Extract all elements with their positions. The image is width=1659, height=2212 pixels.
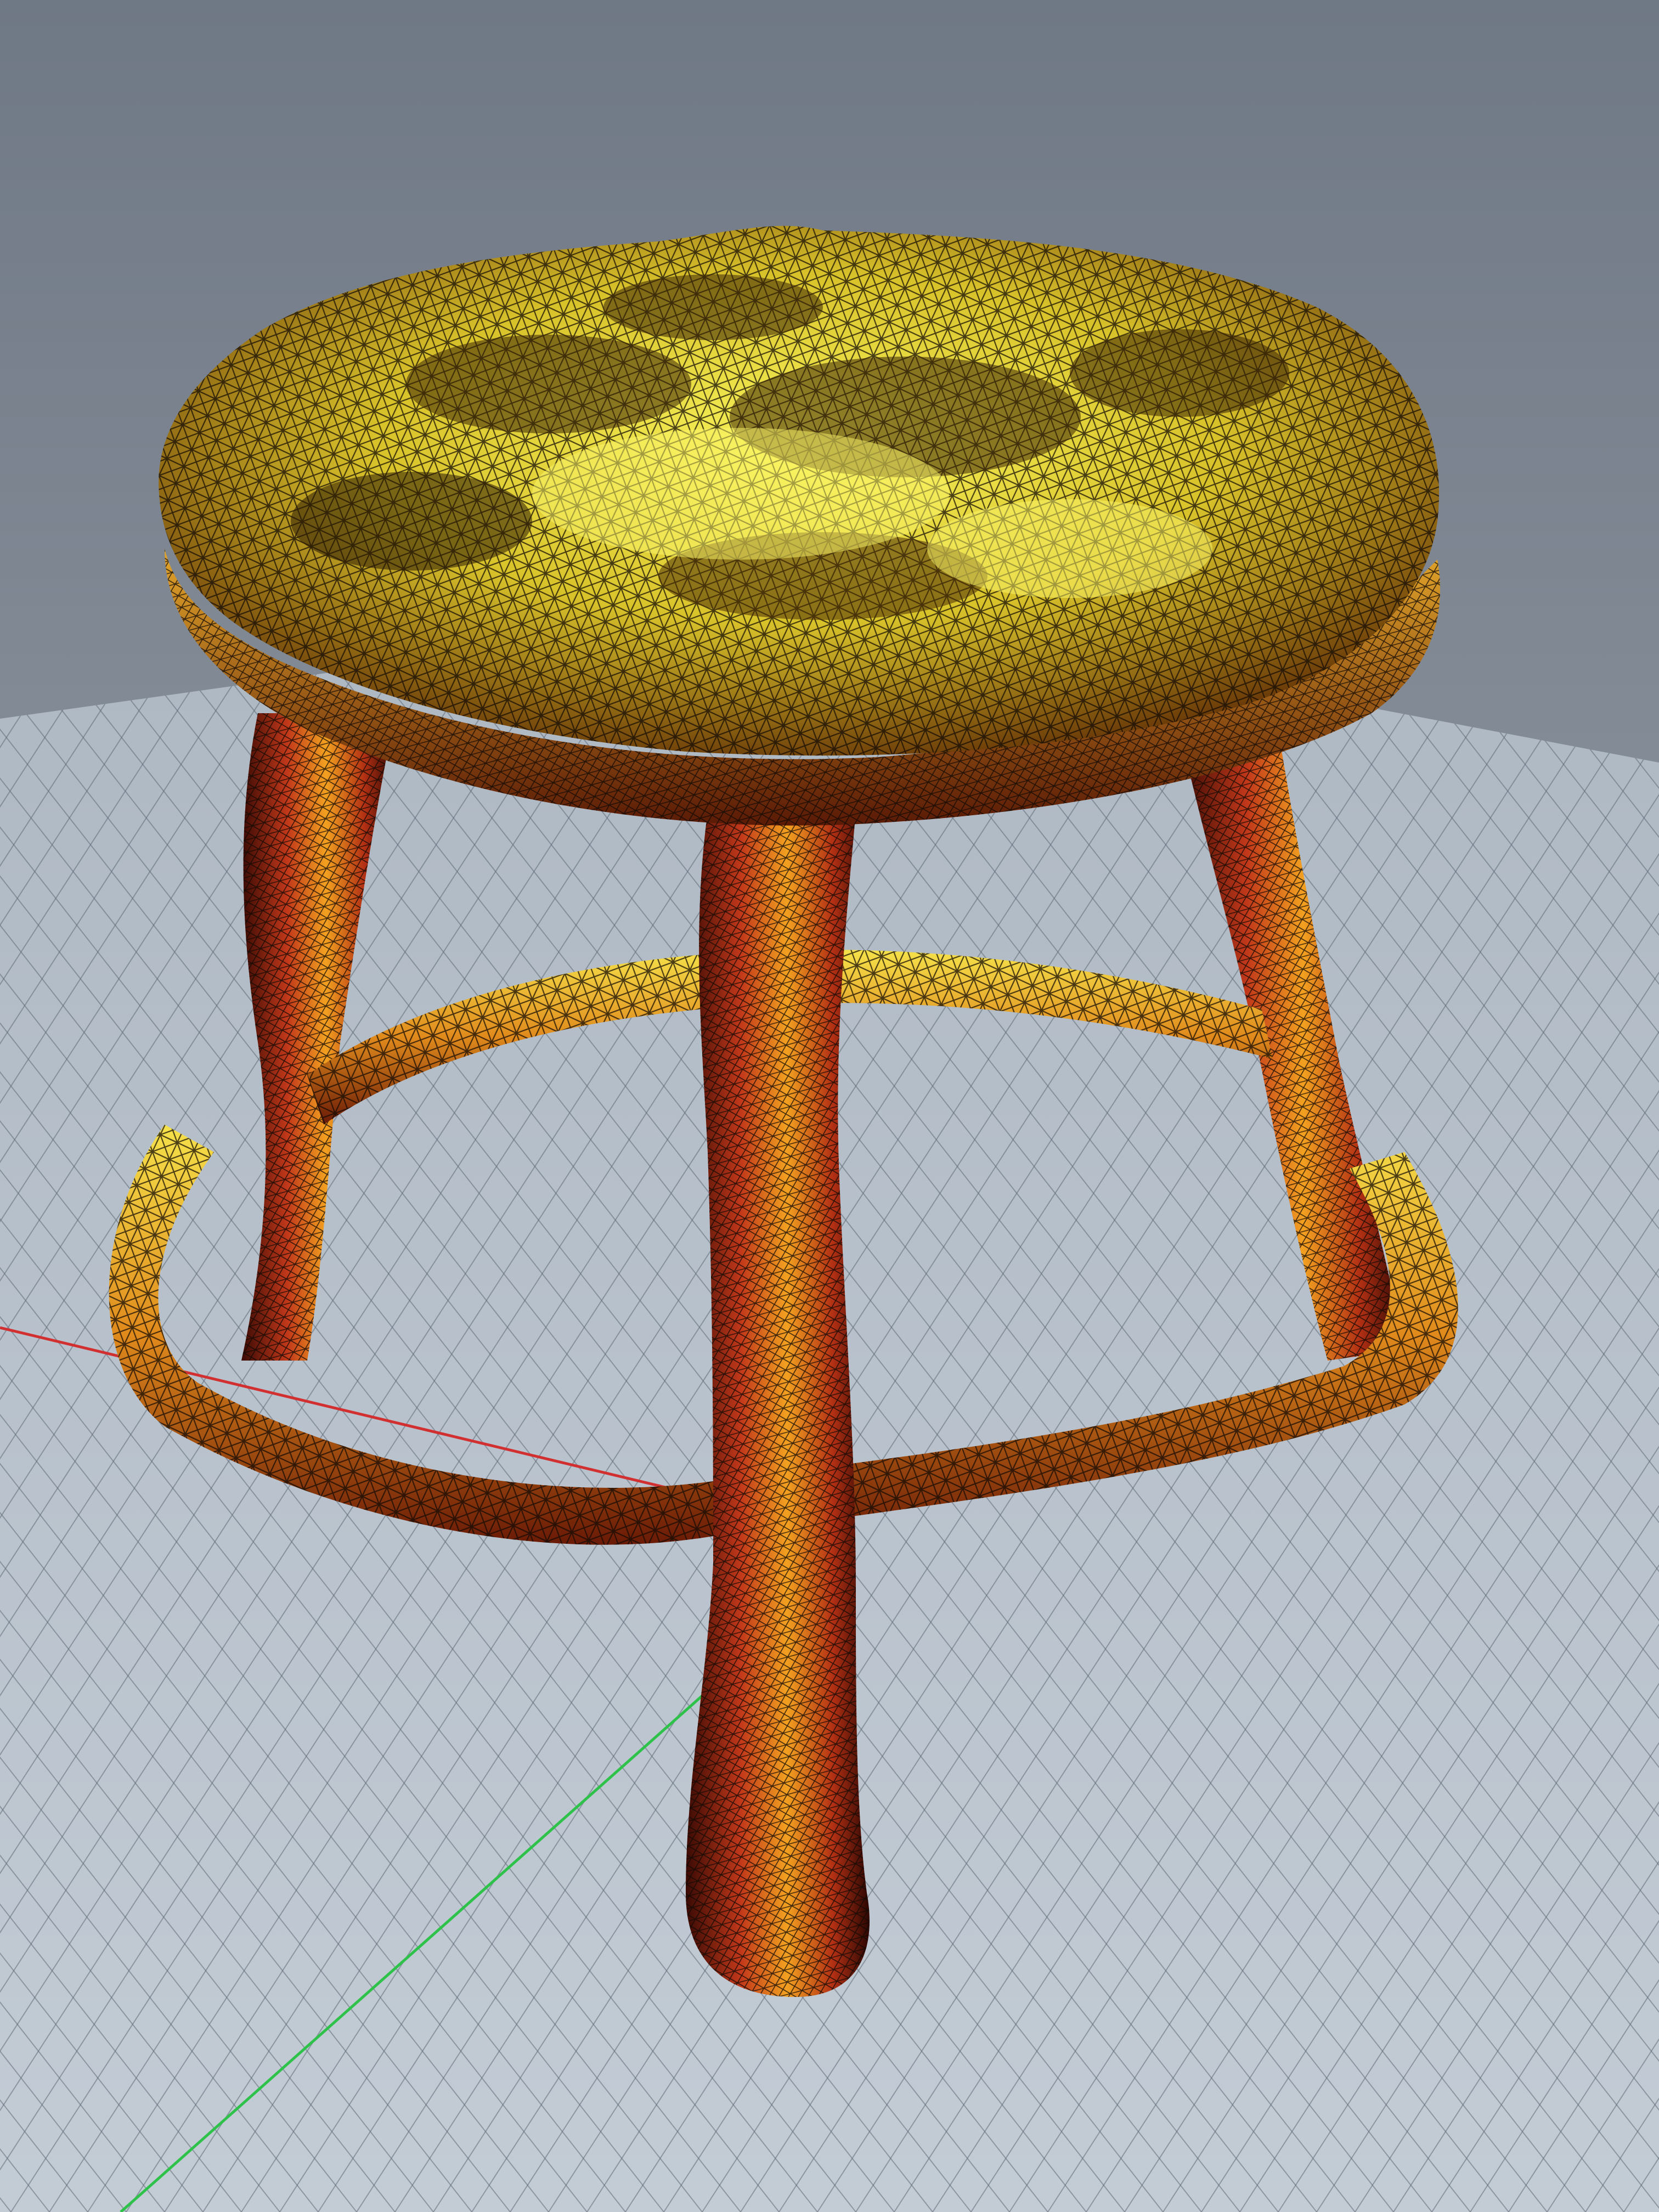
3d-viewport[interactable] <box>0 0 1659 2212</box>
viewport-scene[interactable] <box>0 0 1659 2212</box>
